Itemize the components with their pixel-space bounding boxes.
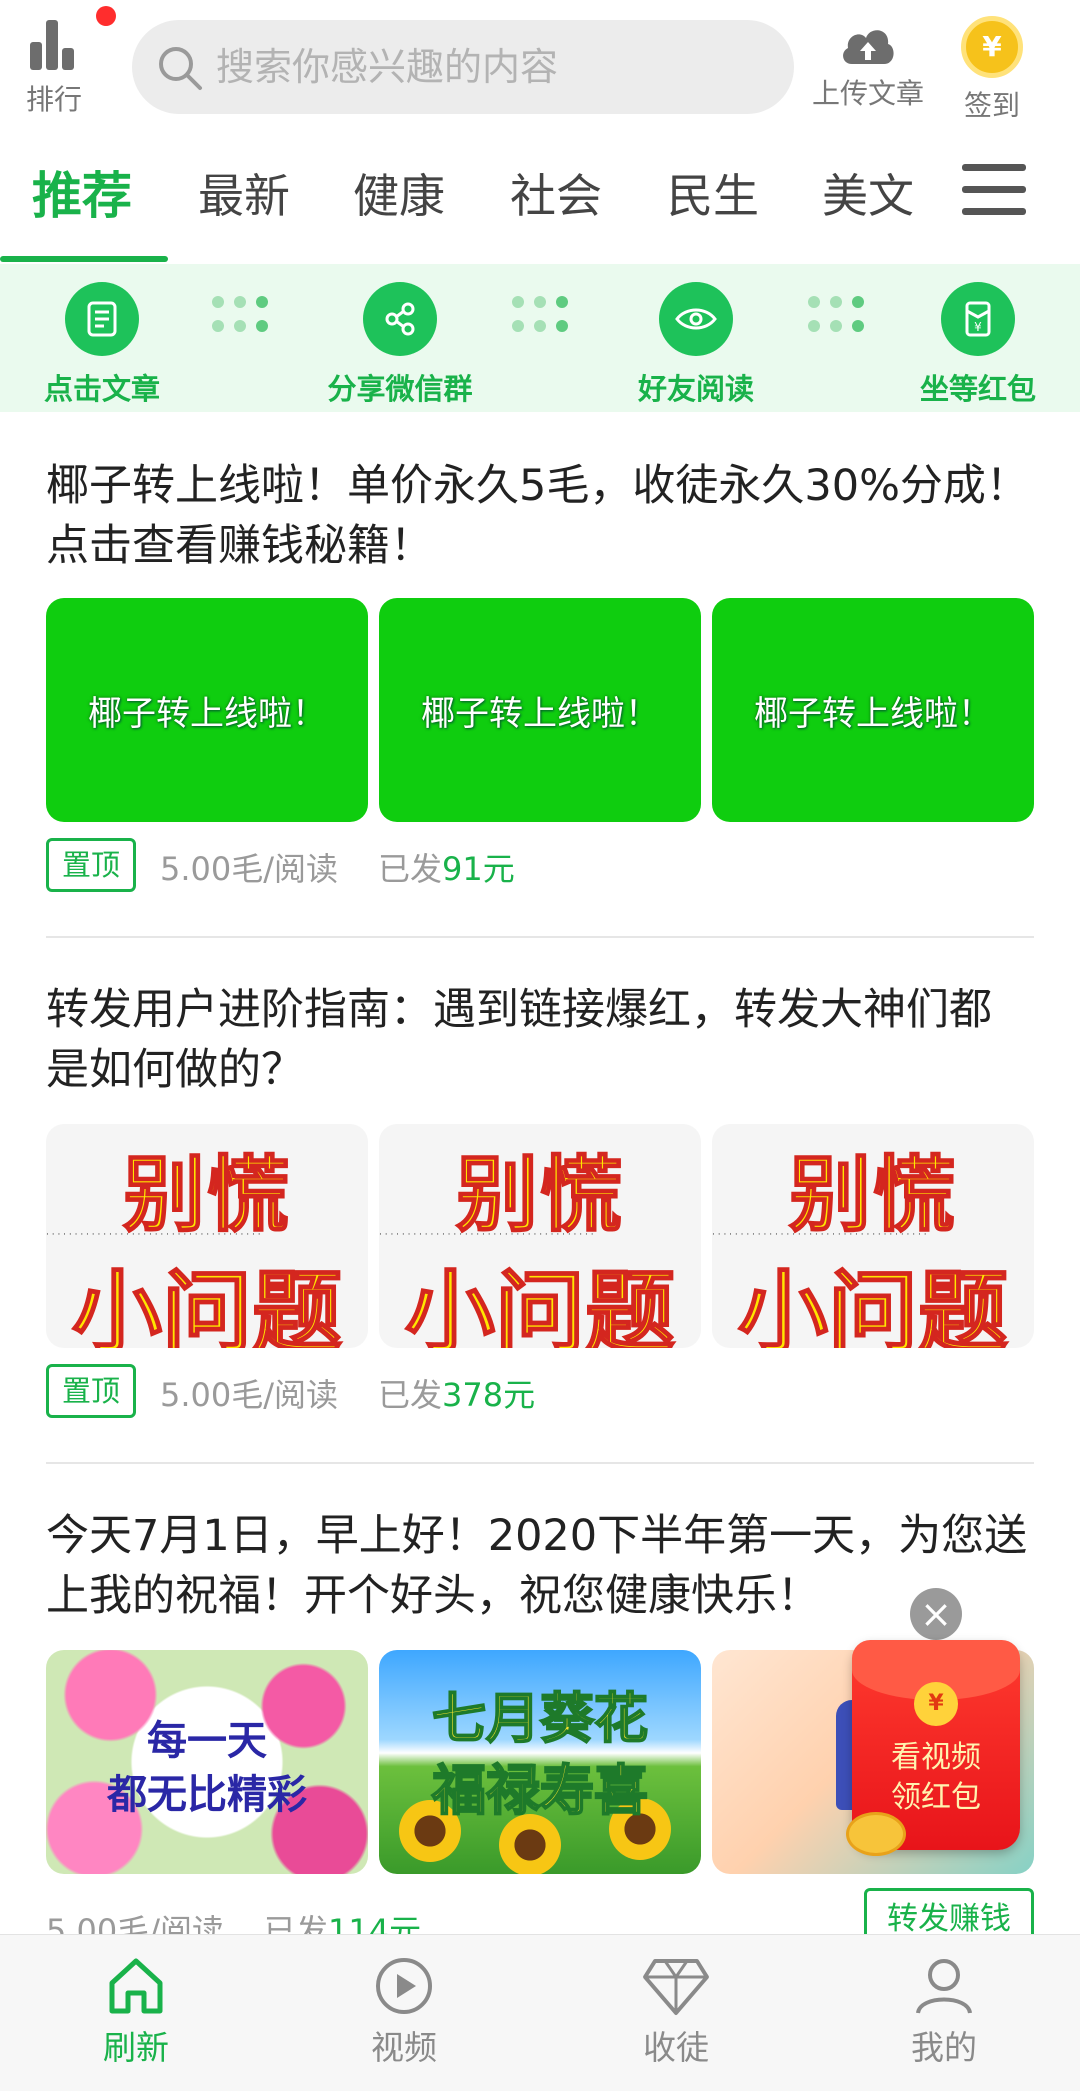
thumbnail-image[interactable]: 别慌 · · · · · · · · · · · · · · · · · · ·…	[379, 1124, 701, 1348]
nav-video[interactable]: 视频	[324, 1955, 484, 2069]
step-separator	[808, 296, 868, 336]
divider	[46, 936, 1034, 938]
diamond-icon	[643, 1959, 709, 2015]
svg-text:¥: ¥	[974, 320, 982, 334]
thumbnail-image[interactable]: 别慌 · · · · · · · · · · · · · · · · · · ·…	[712, 1124, 1034, 1348]
article-card[interactable]: 转发用户进阶指南：遇到链接爆红，转发大神们都是如何做的？ 别慌 · · · · …	[46, 980, 1034, 1418]
article-meta: 置顶 5.00毛/阅读 已发91元	[46, 838, 1034, 892]
step-label: 点击文章	[43, 372, 160, 406]
profile-icon	[916, 1959, 972, 2014]
bar-chart-icon	[26, 6, 116, 70]
tab-livelihood[interactable]: 民生	[667, 160, 759, 226]
step-wait-redpacket: ¥ 坐等红包	[903, 282, 1053, 408]
thumbnail-image[interactable]: 七月葵花 福禄寿喜	[379, 1650, 701, 1874]
step-click-article: 点击文章	[27, 282, 177, 408]
price-per-read: 5.00毛/阅读	[160, 1376, 339, 1414]
pinned-badge: 置顶	[46, 1364, 136, 1418]
step-separator	[512, 296, 572, 336]
wallet-icon: ¥	[941, 282, 1015, 356]
nav-profile[interactable]: 我的	[864, 1955, 1024, 2069]
step-label: 坐等红包	[919, 372, 1036, 406]
pinned-badge: 置顶	[46, 838, 136, 892]
step-friend-read: 好友阅读	[621, 282, 771, 408]
step-share-wechat: 分享微信群	[325, 282, 475, 408]
step-separator	[212, 296, 272, 336]
article-title[interactable]: 今天7月1日，早上好！2020下半年第一天，为您送上我的祝福！开个好头，祝您健康…	[46, 1506, 1034, 1626]
top-header: 排行 上传文章 ¥ 签到	[0, 0, 1080, 130]
article-thumbnails[interactable]: 椰子转上线啦！ 椰子转上线啦！ 椰子转上线啦！	[46, 598, 1034, 822]
search-input[interactable]	[216, 20, 776, 114]
nav-label: 我的	[911, 2028, 977, 2067]
article-thumbnails[interactable]: 别慌 · · · · · · · · · · · · · · · · · · ·…	[46, 1124, 1034, 1348]
paid-amount: 已发378元	[378, 1376, 536, 1414]
thumbnail-image[interactable]: 椰子转上线啦！	[379, 598, 701, 822]
tab-recommend[interactable]: 推荐	[32, 156, 132, 228]
paid-amount: 已发91元	[378, 850, 515, 888]
redpacket-text: 看视频 领红包	[891, 1740, 981, 1815]
tab-essay[interactable]: 美文	[822, 160, 914, 226]
article-card[interactable]: 今天7月1日，早上好！2020下半年第一天，为您送上我的祝福！开个好头，祝您健康…	[46, 1506, 1034, 1950]
close-icon[interactable]: ×	[910, 1588, 962, 1640]
earning-steps: 点击文章 分享微信群 好友阅读 ¥ 坐等红包	[0, 264, 1080, 412]
upload-article-button[interactable]: 上传文章	[800, 20, 936, 120]
price-per-read: 5.00毛/阅读	[160, 850, 339, 888]
search-icon	[159, 47, 202, 90]
nav-label: 收徒	[643, 2028, 709, 2067]
step-label: 分享微信群	[327, 372, 473, 406]
signin-button[interactable]: ¥ 签到	[952, 16, 1032, 122]
nav-label: 刷新	[103, 2028, 169, 2067]
category-tabs: 推荐 最新 健康 社会 民生 美文	[0, 140, 1080, 264]
tab-health[interactable]: 健康	[353, 160, 445, 226]
coin-icon: ¥	[914, 1682, 958, 1726]
tab-society[interactable]: 社会	[510, 160, 602, 226]
rank-label: 排行	[25, 83, 82, 116]
document-icon	[65, 282, 139, 356]
upload-label: 上传文章	[811, 77, 924, 110]
eye-icon	[659, 282, 733, 356]
signin-label: 签到	[963, 89, 1020, 122]
menu-icon[interactable]	[962, 162, 1026, 218]
share-icon	[363, 282, 437, 356]
thumbnail-image[interactable]: 椰子转上线啦！	[712, 598, 1034, 822]
active-tab-indicator	[0, 256, 168, 262]
tab-latest[interactable]: 最新	[198, 160, 290, 226]
cloud-upload-icon	[843, 30, 894, 64]
article-title[interactable]: 转发用户进阶指南：遇到链接爆红，转发大神们都是如何做的？	[46, 980, 1034, 1100]
nav-refresh[interactable]: 刷新	[56, 1955, 216, 2069]
article-title[interactable]: 椰子转上线啦！单价永久5毛，收徒永久30%分成！点击查看赚钱秘籍！	[46, 456, 1034, 576]
thumbnail-image[interactable]: 椰子转上线啦！	[46, 598, 368, 822]
search-bar[interactable]	[132, 20, 794, 114]
nav-recruit[interactable]: 收徒	[596, 1955, 756, 2069]
article-card[interactable]: 椰子转上线啦！单价永久5毛，收徒永久30%分成！点击查看赚钱秘籍！ 椰子转上线啦…	[46, 456, 1034, 892]
thumbnail-image[interactable]: 别慌 · · · · · · · · · · · · · · · · · · ·…	[46, 1124, 368, 1348]
play-icon	[376, 1958, 432, 2014]
rank-button[interactable]: 排行	[18, 6, 116, 118]
notification-dot	[96, 6, 116, 26]
article-meta: 置顶 5.00毛/阅读 已发378元	[46, 1364, 1034, 1418]
step-label: 好友阅读	[637, 372, 754, 406]
thumbnail-image[interactable]: 每一天 都无比精彩	[46, 1650, 368, 1874]
home-icon	[109, 1958, 163, 2014]
coin-icon: ¥	[961, 16, 1023, 78]
divider	[46, 1462, 1034, 1464]
nav-label: 视频	[371, 2028, 437, 2067]
bottom-navigation: 刷新 视频 收徒 我的	[0, 1934, 1080, 2091]
coin-stack-icon	[846, 1812, 906, 1856]
